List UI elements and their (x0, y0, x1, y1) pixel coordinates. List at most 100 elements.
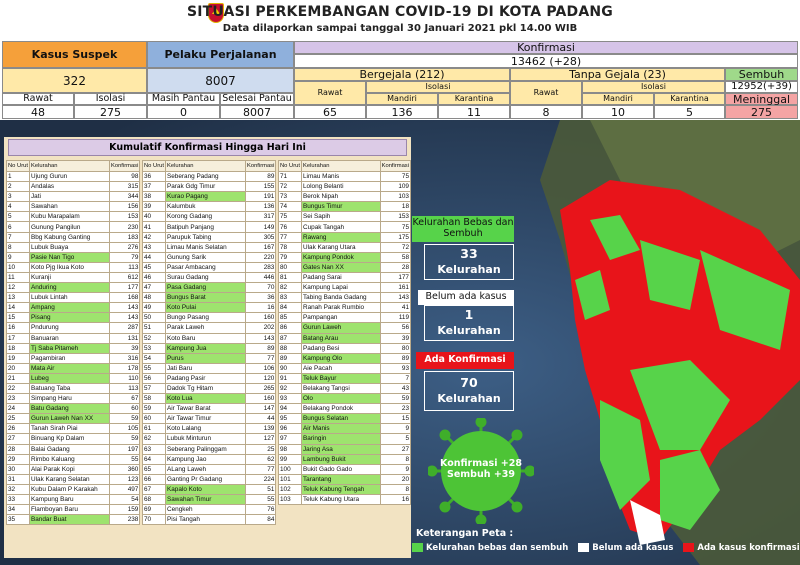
konfirmasi-count: 147 (244, 403, 277, 415)
konfirmasi-count: 89 (244, 170, 277, 183)
kelurahan-name: Lolong Belanti (300, 181, 381, 193)
row-number: 56 (142, 372, 166, 384)
table-row: 35 Bandar Buat 238 (6, 514, 141, 526)
konfirmasi-count: 60 (108, 403, 141, 415)
table-row: 44 Gunung Sarik 220 (142, 251, 277, 263)
row-number: 18 (6, 342, 30, 354)
table-row: 88 Padang Besi 80 (278, 342, 412, 354)
row-number: 35 (6, 514, 30, 526)
kelurahan-name: Purus (164, 352, 246, 364)
kelurahan-name: Lubeg (28, 372, 110, 384)
table-row: 92 Belakang Tangsi 43 (278, 382, 412, 395)
konfirmasi-count: 139 (244, 423, 277, 435)
kelurahan-name: Flamboyan Baru (28, 504, 110, 516)
konfirmasi-count: 224 (244, 473, 277, 485)
row-number: 63 (142, 443, 166, 455)
row-number: 29 (6, 453, 30, 465)
row-number: 6 (6, 221, 30, 233)
table-row: 95 Bungus Selatan 15 (278, 413, 412, 425)
table-row: 93 Olo 59 (278, 393, 412, 405)
kelurahan-name: Jati (28, 191, 110, 203)
konfirmasi-count: 168 (108, 292, 141, 304)
konfirmasi-count: 110 (108, 372, 141, 384)
kelurahan-name: Kalumbuk (164, 201, 246, 213)
table-row: 99 Lambung Bukit 8 (278, 453, 412, 465)
konfirmasi-count: 160 (244, 312, 277, 324)
kelurahan-name: Tarantang (300, 473, 381, 485)
table-row: 55 Jati Baru 106 (142, 362, 277, 374)
kelurahan-name: Rimbo Kaluang (28, 453, 110, 465)
konfirmasi-count: 16 (244, 302, 277, 314)
konfirmasi-count: 67 (108, 393, 141, 405)
kelurahan-name: Dadok Tg Hitam (164, 382, 246, 395)
table-row: 66 Ganting Pr Gadang 224 (142, 473, 277, 485)
kelurahan-name: Ulak Karang Selatan (28, 473, 110, 485)
kumulatif-table-col1: No Urut Kelurahan Konfirmasi 1 Ujung Gurun 98… (6, 160, 141, 526)
selesai-pantau-value: 8007 (220, 105, 294, 119)
table-row: 12 Anduring 177 (6, 282, 141, 294)
row-number: 68 (142, 493, 166, 506)
konfirmasi-count: 23 (379, 403, 412, 415)
table-row: 58 Koto Lua 160 (142, 393, 277, 405)
table-header-cell: Kelurahan (28, 160, 110, 172)
suspek-label: Kasus Suspek (2, 41, 147, 68)
suspek-isolasi-label: Isolasi (74, 93, 147, 105)
table-row: 59 Air Tawar Barat 147 (142, 403, 277, 415)
masih-pantau-label: Masih Pantau (147, 93, 220, 105)
kelurahan-name: Sawahan (28, 201, 110, 213)
kelurahan-name: Ganting Pr Gadang (164, 473, 246, 485)
suspek-value: 322 (2, 68, 147, 93)
table-row: 14 Ampang 143 (6, 302, 141, 314)
table-row: 70 Pisi Tangah 84 (142, 514, 277, 526)
row-number: 67 (142, 483, 166, 496)
kelurahan-name: Ranah Parak Rumbio (300, 302, 381, 314)
row-number: 5 (6, 211, 30, 223)
bebas-sembuh-value: 33 (460, 246, 478, 262)
bebas-sembuh-label: Kelurahan Bebas dan Sembuh (412, 216, 514, 242)
konfirmasi-count: 77 (244, 352, 277, 364)
belum-ada-value: 1 (464, 307, 474, 323)
kelurahan-name: Korong Gadang (164, 211, 246, 223)
table-row: 5 Kubu Marapalam 153 (6, 211, 141, 223)
tanpa-gejala-karantina-label: Karantina (654, 93, 725, 105)
table-row: 19 Pagambiran 316 (6, 352, 141, 364)
konfirmasi-count: 220 (244, 251, 277, 263)
selesai-pantau-label: Selesai Pantau (220, 93, 294, 105)
kelurahan-name: Pndurung (28, 322, 110, 334)
row-number: 86 (278, 322, 302, 334)
table-row: 98 Jaring Asa 27 (278, 443, 412, 455)
kelurahan-name: Anduring (28, 282, 110, 294)
konfirmasi-count: 44 (244, 413, 277, 425)
kumulatif-table-col3: No Urut Kelurahan Konfirmasi 71 Limau Manis 7… (278, 160, 412, 506)
row-number: 92 (278, 382, 302, 395)
konfirmasi-count: 197 (108, 443, 141, 455)
row-number: 93 (278, 393, 302, 405)
kelurahan-name: Lubuk Lintah (28, 292, 110, 304)
kelurahan-name: Koto Lua (164, 393, 246, 405)
row-number: 69 (142, 504, 166, 516)
table-row: 38 Kurao Pagang 191 (142, 191, 277, 203)
legend-white: Belum ada kasus (578, 543, 673, 553)
konfirmasi-count: 28 (379, 261, 412, 273)
row-number: 47 (142, 282, 166, 294)
konfirmasi-count: 54 (108, 493, 141, 506)
table-row: 103 Teluk Kabung Utara 16 (278, 493, 412, 506)
konfirmasi-count: 72 (379, 241, 412, 253)
row-number: 79 (278, 251, 302, 263)
konfirmasi-count: 317 (244, 211, 277, 223)
table-row: 43 Limau Manis Selatan 167 (142, 241, 277, 253)
row-number: 58 (142, 393, 166, 405)
kelurahan-name: Koto Baru (164, 332, 246, 344)
belum-ada-unit: Kelurahan (437, 324, 501, 338)
konfirmasi-count: 167 (244, 241, 277, 253)
konfirmasi-count: 143 (244, 332, 277, 344)
row-number: 74 (278, 201, 302, 213)
table-row: 53 Kampung Jua 89 (142, 342, 277, 354)
row-number: 87 (278, 332, 302, 344)
table-row: 22 Batuang Taba 113 (6, 382, 141, 395)
kelurahan-name: Sei Sapih (300, 211, 381, 223)
table-row: 30 Alai Parak Kopi 360 (6, 463, 141, 475)
table-row: 24 Batu Gadang 60 (6, 403, 141, 415)
row-number: 90 (278, 362, 302, 374)
bebas-sembuh-unit: Kelurahan (437, 263, 501, 277)
